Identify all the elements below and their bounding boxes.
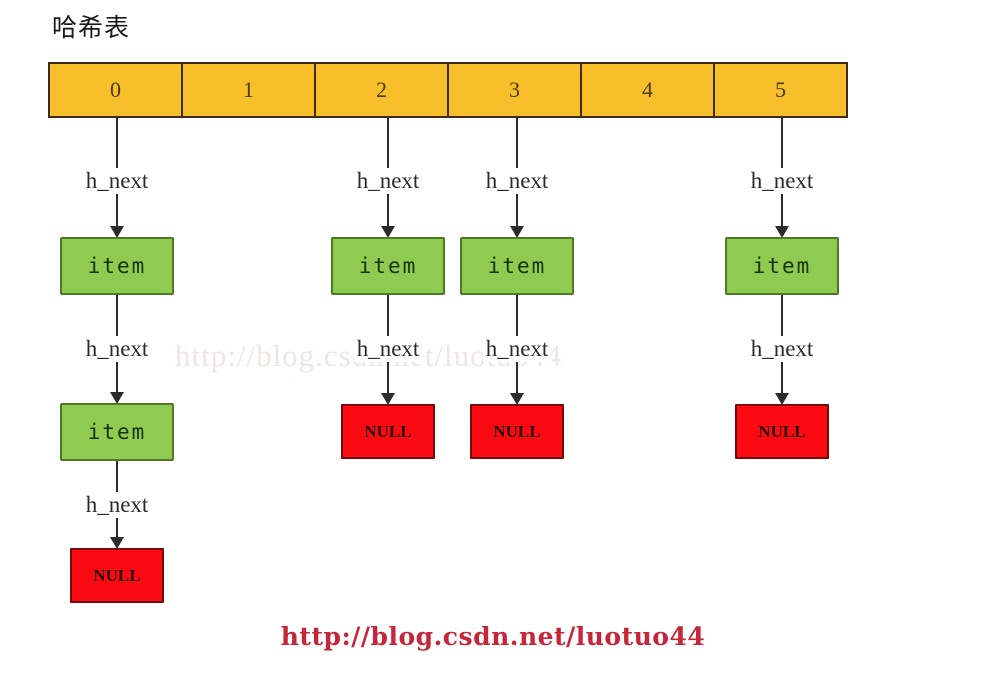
edge-label-h-next: h_next xyxy=(747,336,817,362)
edge-label-h-next: h_next xyxy=(482,168,552,194)
edge-label-h-next: h_next xyxy=(353,168,423,194)
edge-label-h-next: h_next xyxy=(82,492,152,518)
edge-label-h-next: h_next xyxy=(82,168,152,194)
edge-label-h-next: h_next xyxy=(482,336,552,362)
edge-label-h-next: h_next xyxy=(747,168,817,194)
hash-table-diagram: 哈希表 http://blog.csdn.net/luotuo44 0 1 2 … xyxy=(0,0,986,682)
edge-label-h-next: h_next xyxy=(353,336,423,362)
edge-label-layer: h_next h_next h_next h_next h_next h_next h_ne… xyxy=(0,0,986,682)
edge-label-h-next: h_next xyxy=(82,336,152,362)
